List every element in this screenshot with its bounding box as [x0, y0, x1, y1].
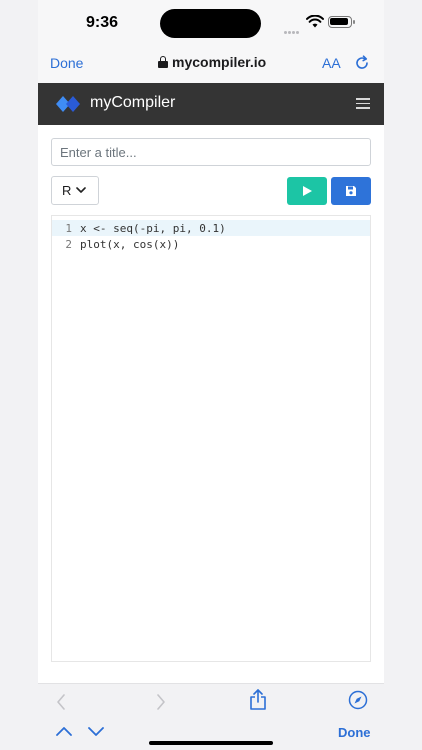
text-size-button[interactable]: AA: [322, 55, 341, 71]
language-select[interactable]: R: [51, 176, 99, 205]
left-gutter: [0, 0, 38, 750]
run-button[interactable]: [287, 177, 327, 205]
back-icon[interactable]: [56, 694, 66, 710]
title-input[interactable]: [51, 138, 371, 166]
browser-url-bar: Done mycompiler.io AA: [38, 46, 384, 83]
forward-icon[interactable]: [156, 694, 166, 710]
right-gutter: [384, 0, 422, 750]
save-button[interactable]: [331, 177, 371, 205]
text-size-label: AA: [322, 55, 341, 71]
code-text: plot(x, cos(x)): [80, 237, 180, 251]
home-indicator: [149, 741, 273, 745]
reload-icon[interactable]: [354, 55, 370, 71]
share-icon[interactable]: [249, 689, 267, 711]
chevron-down-icon[interactable]: [88, 727, 104, 737]
compass-icon[interactable]: [348, 690, 368, 710]
language-value: R: [62, 183, 72, 198]
code-text: x <- seq(-pi, pi, 0.1): [80, 221, 226, 235]
code-line[interactable]: 2 plot(x, cos(x)): [52, 236, 370, 252]
browser-toolbar: [38, 683, 384, 715]
code-line[interactable]: 1 x <- seq(-pi, pi, 0.1): [52, 220, 370, 236]
line-number: 1: [65, 221, 72, 235]
app-navbar: myCompiler: [38, 83, 384, 125]
menu-icon[interactable]: [356, 98, 370, 110]
floppy-disk-icon: [346, 186, 356, 196]
lock-icon: [158, 56, 168, 68]
wifi-icon: [306, 15, 324, 28]
brand-name[interactable]: myCompiler: [90, 94, 175, 112]
status-time: 9:36: [86, 14, 119, 31]
chevron-up-icon[interactable]: [56, 726, 72, 736]
keyboard-done-button[interactable]: Done: [338, 725, 371, 740]
code-editor[interactable]: 1 x <- seq(-pi, pi, 0.1) 2 plot(x, cos(x…: [51, 215, 371, 662]
cellular-signal-icon: [284, 21, 304, 34]
phone-screen: 9:36 Done mycompiler.io AA myCompiler En…: [38, 0, 384, 750]
address-field[interactable]: mycompiler.io: [158, 54, 266, 70]
line-number: 2: [65, 237, 72, 251]
play-icon: [303, 186, 312, 196]
keyboard-accessory-bar: Done: [38, 715, 384, 750]
dynamic-island: [160, 9, 261, 38]
status-bar: 9:36: [38, 0, 384, 46]
url-text: mycompiler.io: [172, 54, 267, 70]
chevron-down-icon: [76, 187, 87, 193]
battery-icon: [328, 16, 355, 28]
browser-done-button[interactable]: Done: [50, 55, 83, 71]
mycompiler-logo-icon: [56, 96, 80, 112]
